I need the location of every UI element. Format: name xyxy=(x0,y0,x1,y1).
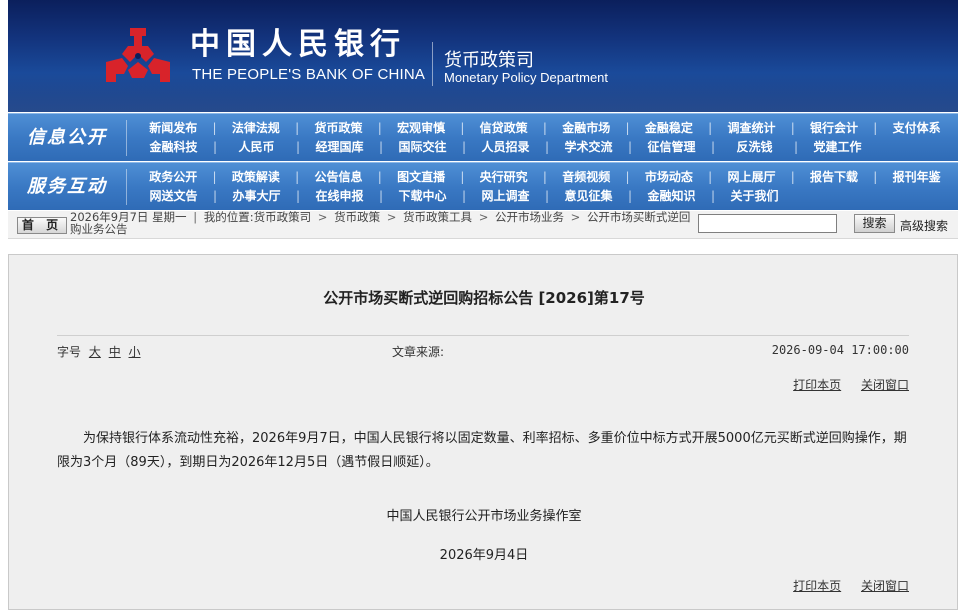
nav-divider xyxy=(126,169,127,205)
chevron-right-icon: > xyxy=(478,210,489,224)
nav-item-financial-market[interactable]: 金融市场 xyxy=(545,119,629,138)
breadcrumb-bar: 首 页 2026年9月7日 星期一 | 我的位置:货币政策司 > 货币政策 > … xyxy=(8,211,958,239)
nav-item-news[interactable]: 新闻发布 xyxy=(132,119,216,138)
pboc-emblem-icon[interactable] xyxy=(100,24,176,88)
close-window-link[interactable]: 关闭窗口 xyxy=(861,579,909,593)
font-size-small[interactable]: 小 xyxy=(129,345,141,359)
nav-item-rmb[interactable]: 人民币 xyxy=(215,138,300,157)
search-input[interactable] xyxy=(698,214,837,233)
nav-item-about-us[interactable]: 关于我们 xyxy=(713,187,796,206)
nav-item-online-exhibition[interactable]: 网上展厅 xyxy=(710,168,794,187)
chevron-right-icon: > xyxy=(570,210,581,224)
nav-item-party-building[interactable]: 党建工作 xyxy=(796,138,879,157)
nav-item-fintech[interactable]: 金融科技 xyxy=(132,138,217,157)
article-title: 公开市场买断式逆回购招标公告 [2026]第17号 xyxy=(323,289,645,307)
nav-item-announcements[interactable]: 公告信息 xyxy=(297,168,381,187)
nav-info-row-1: 新闻发布 法律法规 货币政策 宏观审慎 信贷政策 金融市场 金融稳定 调查统计 … xyxy=(132,119,958,138)
nav-item-market-updates[interactable]: 市场动态 xyxy=(628,168,712,187)
current-weekday: 星期一 xyxy=(152,210,187,224)
nav-item-monetary-policy[interactable]: 货币政策 xyxy=(297,119,381,138)
article-sign-date: 2026年9月4日 xyxy=(439,548,529,563)
nav-item-payment-system[interactable]: 支付体系 xyxy=(875,119,958,138)
print-page-link[interactable]: 打印本页 xyxy=(793,378,841,392)
nav-divider xyxy=(126,120,127,156)
chevron-right-icon: > xyxy=(386,210,397,224)
nav-item-policy-interpretation[interactable]: 政策解读 xyxy=(215,168,299,187)
crumb-item-policy-tools[interactable]: 货币政策工具 xyxy=(403,210,472,224)
print-page-link[interactable]: 打印本页 xyxy=(793,579,841,593)
article-tools-top: 打印本页 关闭窗口 xyxy=(777,376,909,393)
meta-divider xyxy=(57,335,909,336)
source-label: 文章来源: xyxy=(392,345,445,359)
dept-name-en: Monetary Policy Department xyxy=(444,70,609,85)
nav-item-feedback[interactable]: 意见征集 xyxy=(547,187,632,206)
nav-item-report-download[interactable]: 报告下载 xyxy=(793,168,877,187)
bank-name-en: THE PEOPLE'S BANK OF CHINA xyxy=(192,66,426,83)
advanced-search-link[interactable]: 高级搜索 xyxy=(900,217,948,234)
nav-item-research[interactable]: 央行研究 xyxy=(462,168,547,187)
nav-item-credit-reference[interactable]: 征信管理 xyxy=(630,138,715,157)
nav-item-treasury[interactable]: 经理国库 xyxy=(298,138,383,157)
crumb-item-open-market[interactable]: 公开市场业务 xyxy=(495,210,564,224)
nav-item-anti-money-laundering[interactable]: 反洗钱 xyxy=(713,138,798,157)
nav-item-macroprudential[interactable]: 宏观审慎 xyxy=(380,119,464,138)
nav-item-media[interactable]: 音频视频 xyxy=(545,168,629,187)
crumb-divider: | xyxy=(193,210,198,224)
nav-service-grid: 政务公开 政策解读 公告信息 图文直播 央行研究 音频视频 市场动态 网上展厅 … xyxy=(132,168,958,206)
home-button[interactable]: 首 页 xyxy=(17,217,67,234)
crumb-item-monetary-policy[interactable]: 货币政策 xyxy=(334,210,380,224)
font-size-control: 字号 大 中 小 xyxy=(57,343,141,360)
nav-item-notices[interactable]: 网送文告 xyxy=(132,187,217,206)
font-size-medium[interactable]: 中 xyxy=(109,345,121,359)
nav-item-financial-stability[interactable]: 金融稳定 xyxy=(628,119,712,138)
nav-item-recruitment[interactable]: 人员招录 xyxy=(464,138,549,157)
nav-service-title: 服务互动 xyxy=(27,176,107,197)
nav-item-credit-policy[interactable]: 信贷政策 xyxy=(462,119,547,138)
nav-info-title: 信息公开 xyxy=(27,127,107,148)
header-divider xyxy=(432,42,433,86)
site-header: 中国人民银行 THE PEOPLE'S BANK OF CHINA 货币政策司 … xyxy=(8,0,958,112)
location-label: 我的位置: xyxy=(203,210,254,224)
article-tools-bottom: 打印本页 关闭窗口 xyxy=(777,577,909,594)
nav-item-live-broadcast[interactable]: 图文直播 xyxy=(380,168,464,187)
chevron-right-icon: > xyxy=(317,210,328,224)
nav-item-gov-affairs[interactable]: 政务公开 xyxy=(132,168,216,187)
font-size-label: 字号 xyxy=(57,345,82,359)
nav-info-band: 信息公开 新闻发布 法律法规 货币政策 宏观审慎 信贷政策 金融市场 金融稳定 … xyxy=(8,113,958,161)
dept-name-cn: 货币政策司 xyxy=(444,50,534,71)
nav-service-band: 服务互动 政务公开 政策解读 公告信息 图文直播 央行研究 音频视频 市场动态 … xyxy=(8,162,958,210)
close-window-link[interactable]: 关闭窗口 xyxy=(861,378,909,392)
publish-time: 2026-09-04 17:00:00 xyxy=(771,343,909,357)
nav-service-row-1: 政务公开 政策解读 公告信息 图文直播 央行研究 音频视频 市场动态 网上展厅 … xyxy=(132,168,958,187)
nav-item-download-center[interactable]: 下载中心 xyxy=(381,187,466,206)
nav-item-statistics[interactable]: 调查统计 xyxy=(710,119,794,138)
breadcrumb: 2026年9月7日 星期一 | 我的位置:货币政策司 > 货币政策 > 货币政策… xyxy=(70,211,700,235)
nav-service-row-2: 网送文告 办事大厅 在线申报 下载中心 网上调查 意见征集 金融知识 关于我们 xyxy=(132,187,958,206)
article-panel: 公开市场买断式逆回购招标公告 [2026]第17号 字号 大 中 小 文章来源:… xyxy=(8,254,958,610)
nav-info-grid: 新闻发布 法律法规 货币政策 宏观审慎 信贷政策 金融市场 金融稳定 调查统计 … xyxy=(132,119,958,157)
nav-info-row-2: 金融科技 人民币 经理国库 国际交往 人员招录 学术交流 征信管理 反洗钱 党建… xyxy=(132,138,958,157)
nav-item-service-hall[interactable]: 办事大厅 xyxy=(215,187,300,206)
nav-item-online-filing[interactable]: 在线申报 xyxy=(298,187,383,206)
nav-item-laws[interactable]: 法律法规 xyxy=(215,119,299,138)
nav-item-financial-knowledge[interactable]: 金融知识 xyxy=(630,187,715,206)
search-button[interactable]: 搜索 xyxy=(854,214,895,233)
bank-name-cn: 中国人民银行 xyxy=(190,27,406,62)
nav-item-yearbook[interactable]: 报刊年鉴 xyxy=(875,168,958,187)
nav-item-online-survey[interactable]: 网上调查 xyxy=(464,187,549,206)
font-size-large[interactable]: 大 xyxy=(89,345,101,359)
article-body: 为保持银行体系流动性充裕，2026年9月7日，中国人民银行将以固定数量、利率招标… xyxy=(57,431,907,470)
nav-item-international[interactable]: 国际交往 xyxy=(381,138,466,157)
crumb-item-department[interactable]: 货币政策司 xyxy=(254,210,312,224)
nav-item-bank-accounting[interactable]: 银行会计 xyxy=(793,119,877,138)
nav-item-academic[interactable]: 学术交流 xyxy=(547,138,632,157)
article-signature: 中国人民银行公开市场业务操作室 xyxy=(386,509,582,524)
